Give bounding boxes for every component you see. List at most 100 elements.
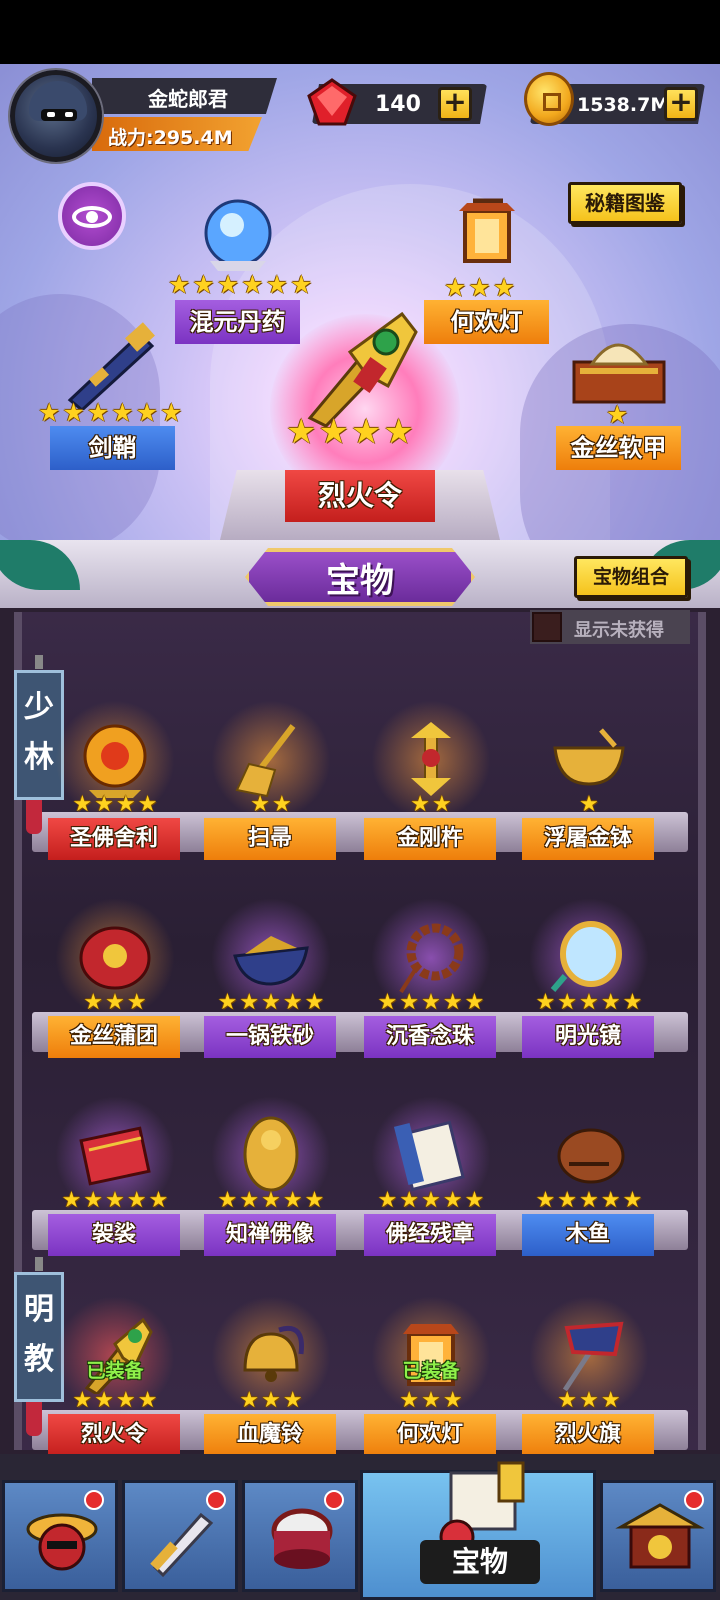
star-rating: ★ ★ ★ ★ ★ xyxy=(40,1190,190,1212)
star-icon: ★ xyxy=(105,1188,125,1213)
treasure-name-banner: 沉香念珠 xyxy=(364,1016,496,1058)
star-icon: ★ xyxy=(557,1188,578,1213)
fire-token-icon xyxy=(307,311,418,428)
prayer-beads-icon xyxy=(399,923,464,994)
treasure-slot[interactable]: ★ 浮屠金钵 xyxy=(514,690,664,880)
treasure-slot[interactable]: 已装备 ★ ★ ★ ★ 烈火令 xyxy=(40,1286,190,1476)
scabbard-icon xyxy=(67,322,155,410)
treasure-slot[interactable]: ★ ★ ★ 血魔铃 xyxy=(196,1286,346,1476)
treasure-slot[interactable]: ★ ★ ★ 金丝蒲团 xyxy=(40,888,190,1078)
demon-bell-icon xyxy=(243,1326,305,1382)
vajra-icon xyxy=(411,722,451,796)
star-icon: ★ xyxy=(535,1188,556,1213)
star-icon: ★ xyxy=(464,990,485,1015)
star-icon: ★ xyxy=(579,990,599,1015)
treasure-combo-button[interactable]: 宝物组合 xyxy=(574,556,688,598)
star-icon: ★ xyxy=(399,1388,420,1413)
mirror-icon xyxy=(550,921,622,992)
featured-item-banner[interactable]: 烈火令 xyxy=(285,470,435,522)
ruby-gem-icon xyxy=(307,78,357,126)
treasure-slot[interactable]: ★ ★ ★ ★ 圣佛舍利 xyxy=(40,690,190,880)
treasure-slot[interactable]: ★ ★ ★ ★ ★ 佛经残章 xyxy=(356,1086,506,1276)
star-rating: ★ ★ ★ ★ xyxy=(40,1390,190,1412)
checkbox[interactable] xyxy=(532,612,562,642)
treasure-name-banner: 烈火旗 xyxy=(522,1414,654,1456)
star-icon: ★ xyxy=(377,1188,398,1213)
star-rating: ★ ★ ★ xyxy=(514,1390,664,1412)
star-icon: ★ xyxy=(126,990,147,1015)
star-rating: ★ ★ ★ ★ ★ xyxy=(514,1190,664,1212)
view-toggle-button[interactable] xyxy=(58,182,126,250)
treasure-slot[interactable]: ★ ★ ★ ★ ★ 明光镜 xyxy=(514,888,664,1078)
treasure-name-banner: 扫帚 xyxy=(204,818,336,860)
lantern-icon xyxy=(459,198,515,263)
notification-dot xyxy=(684,1490,704,1510)
star-rating: ★ ★ ★ ★ ★ ★ xyxy=(168,270,313,299)
star-rating: ★ ★ xyxy=(356,794,506,816)
star-rating: ★ xyxy=(606,400,629,429)
notification-dot xyxy=(324,1490,344,1510)
star-icon: ★ xyxy=(282,1188,303,1213)
star-icon: ★ xyxy=(579,1388,599,1413)
treasure-slot[interactable]: ★ ★ ★ ★ ★ 袈裟 xyxy=(40,1086,190,1276)
crystal-orb-icon xyxy=(204,199,272,271)
star-icon: ★ xyxy=(83,1188,104,1213)
secret-book-button[interactable]: 秘籍图鉴 xyxy=(568,182,682,224)
treasure-slot[interactable]: 已装备 ★ ★ ★ 何欢灯 xyxy=(356,1286,506,1476)
star-icon: ★ xyxy=(464,1188,485,1213)
equipped-item-banner[interactable]: 混元丹药 xyxy=(175,300,300,344)
treasure-name-banner: 知禅佛像 xyxy=(204,1214,336,1256)
equipped-item-banner[interactable]: 剑鞘 xyxy=(50,426,175,470)
equipped-item-banner[interactable]: 金丝软甲 xyxy=(556,426,681,470)
armor-icon xyxy=(572,343,666,404)
star-rating: ★ ★ ★ xyxy=(40,992,190,1014)
star-rating: ★ ★ ★ xyxy=(356,1390,506,1412)
treasure-slot[interactable]: ★ ★ ★ ★ ★ 一锅铁砂 xyxy=(196,888,346,1078)
add-gold-button[interactable]: + xyxy=(664,87,698,121)
star-rating: ★ ★ ★ ★ ★ ★ xyxy=(38,398,183,427)
star-rating: ★ ★ ★ ★ xyxy=(286,412,414,452)
treasure-name-banner: 袈裟 xyxy=(48,1214,180,1256)
star-icon: ★ xyxy=(148,1188,169,1213)
star-icon: ★ xyxy=(421,1188,441,1213)
star-rating: ★ ★ ★ xyxy=(444,273,516,302)
treasure-slot[interactable]: ★ ★ ★ 烈火旗 xyxy=(514,1286,664,1476)
relic-orb-icon xyxy=(83,724,147,798)
star-icon: ★ xyxy=(72,1388,93,1413)
star-rating: ★ ★ ★ ★ ★ xyxy=(356,992,506,1014)
star-icon: ★ xyxy=(137,1388,158,1413)
star-icon: ★ xyxy=(600,1388,621,1413)
treasure-slot[interactable]: ★ ★ ★ ★ ★ 木鱼 xyxy=(514,1086,664,1276)
star-icon: ★ xyxy=(622,1188,643,1213)
star-rating: ★ ★ ★ ★ xyxy=(40,794,190,816)
treasure-name-banner: 何欢灯 xyxy=(364,1414,496,1456)
star-icon: ★ xyxy=(622,990,643,1015)
star-rating: ★ ★ ★ xyxy=(196,1390,346,1412)
treasure-slot[interactable]: ★ ★ 金刚杵 xyxy=(356,690,506,880)
add-gems-button[interactable]: + xyxy=(438,87,472,121)
star-icon: ★ xyxy=(557,1388,578,1413)
treasure-name-banner: 圣佛舍利 xyxy=(48,818,180,860)
star-icon: ★ xyxy=(116,1388,136,1413)
star-icon: ★ xyxy=(83,990,104,1015)
buddha-statue-icon xyxy=(243,1116,299,1192)
equipped-item-banner[interactable]: 何欢灯 xyxy=(424,300,549,344)
star-rating: ★ ★ ★ ★ ★ xyxy=(196,992,346,1014)
treasure-slot[interactable]: ★ ★ ★ ★ ★ 知禅佛像 xyxy=(196,1086,346,1276)
star-icon: ★ xyxy=(239,1188,260,1213)
avatar[interactable] xyxy=(10,70,102,162)
show-unobtained-toggle[interactable]: 显示未获得 xyxy=(530,610,690,644)
star-icon: ★ xyxy=(239,990,260,1015)
star-icon: ★ xyxy=(282,990,303,1015)
sword-icon xyxy=(150,1512,214,1578)
sutra-scroll-icon xyxy=(393,1120,465,1192)
player-panel[interactable]: 金蛇郎君 战力:295.4M xyxy=(10,70,277,162)
gold-coin-icon xyxy=(524,72,574,126)
treasure-slot[interactable]: ★ ★ 扫帚 xyxy=(196,690,346,880)
star-icon: ★ xyxy=(94,1388,114,1413)
star-rating: ★ xyxy=(514,794,664,816)
treasure-slot[interactable]: ★ ★ ★ ★ ★ 沉香念珠 xyxy=(356,888,506,1078)
treasure-name-banner: 烈火令 xyxy=(48,1414,180,1456)
show-unobtained-label: 显示未获得 xyxy=(574,620,664,641)
star-icon: ★ xyxy=(116,792,136,817)
